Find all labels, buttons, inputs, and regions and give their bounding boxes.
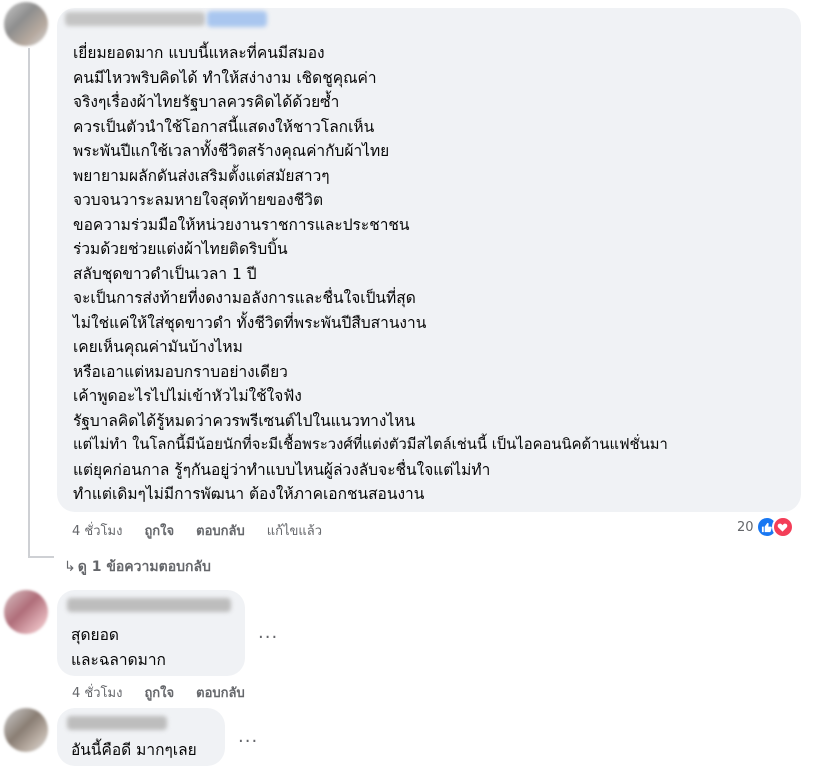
- comment-line: ร่วมด้วยช่วยแต่งผ้าไทยติดริบบิ้น: [73, 240, 288, 258]
- comment-line: เยี่ยมยอดมาก แบบนี้แหละที่คนมีสมอง: [73, 44, 325, 62]
- like-action[interactable]: ถูกใจ: [144, 682, 174, 703]
- comment-line: จวบจนวาระลมหายใจสุดท้ายของชีวิต: [73, 191, 324, 209]
- heart-icon: [771, 516, 794, 538]
- comment-line: คนมีไหวพริบคิดได้ ทำให้สง่างาม เชิดชูคุณ…: [73, 68, 377, 87]
- comment-line: พยายามผลักดันส่งเสริมตั้งแต่สมัยสาวๆ: [73, 166, 330, 185]
- comment-bubble: สุดยอด และฉลาดมาก: [57, 590, 245, 676]
- edited-label: แก้ไขแล้ว: [266, 524, 323, 539]
- comment-line: และฉลาดมาก: [71, 650, 166, 669]
- comment-line: ควรเป็นตัวนำใช้โอกาสนี้แสดงให้ชาวโลกเห็น: [73, 117, 375, 136]
- comment-line: สุดยอด: [71, 626, 119, 644]
- more-options-button[interactable]: ...: [238, 726, 258, 747]
- reaction-summary[interactable]: 20: [737, 516, 794, 538]
- commenter-avatar[interactable]: [4, 590, 48, 634]
- comment-bubble: อันนี้คือดี มากๆเลย: [57, 708, 225, 766]
- commenter-name-redacted[interactable]: [67, 716, 167, 730]
- comment-line: เคยเห็นคุณค่ามันบ้างไหม: [73, 338, 243, 356]
- comment-line: จะเป็นการส่งท้ายที่งดงามอลังการและชื่นใจ…: [73, 289, 416, 307]
- comment-line: แต่ยุคก่อนกาล รู้ๆกันอยู่ว่าทำแบบไหนผู้ล…: [73, 460, 491, 479]
- comment-actions: 4 ชั่วโมง ถูกใจ ตอบกลับ แก้ไขแล้ว: [72, 520, 344, 541]
- comment-line: จริงๆเรื่องผ้าไทยรัฐบาลควรคิดได้ด้วยซ้ำ: [73, 93, 340, 111]
- commenter-avatar[interactable]: [4, 708, 48, 752]
- comment-line: สลับชุดขาวดำเป็นเวลา 1 ปี: [73, 264, 257, 283]
- comment-line: ทำแต่เดิมๆไม่มีการพัฒนา ต้องให้ภาคเอกชนส…: [73, 485, 425, 503]
- reply-arrow-icon: ↳: [64, 559, 76, 575]
- comment-line: ขอความร่วมมือให้หน่วยงานราชการและประชาชน: [73, 215, 410, 234]
- reply-action[interactable]: ตอบกลับ: [196, 682, 245, 703]
- commenter-badge-redacted: [207, 11, 267, 27]
- thread-connector: [28, 48, 30, 558]
- comment-timestamp[interactable]: 4 ชั่วโมง: [72, 520, 122, 541]
- comment-line: รัฐบาลคิดได้รู้หมดว่าควรพรีเซนต์ไปในแนวท…: [73, 411, 416, 430]
- comment-line: หรือเอาแต่หมอบกราบอย่างเดียว: [73, 362, 288, 381]
- comment-line: ไม่ใช่แค่ให้ใส่ชุดขาวดำ ทั้งชีวิตที่พระพ…: [73, 313, 427, 332]
- like-action[interactable]: ถูกใจ: [144, 520, 174, 541]
- comment-line: อันนี้คือดี มากๆเลย: [71, 741, 197, 759]
- comment-line: เค้าพูดอะไรไปไม่เข้าหัวไม่ใช้ใจฟัง: [73, 387, 302, 405]
- comment-timestamp[interactable]: 4 ชั่วโมง: [72, 682, 122, 703]
- more-options-button[interactable]: ...: [258, 622, 278, 643]
- commenter-avatar[interactable]: [4, 2, 48, 46]
- reply-action[interactable]: ตอบกลับ: [196, 520, 245, 541]
- comment-line: พระพันปีแกใช้เวลาทั้งชีวิตสร้างคุณค่ากับ…: [73, 142, 390, 160]
- comment-actions: 4 ชั่วโมง ถูกใจ ตอบกลับ: [72, 682, 267, 703]
- reaction-count: 20: [737, 519, 754, 535]
- view-replies-link[interactable]: ↳ ดู 1 ข้อความตอบกลับ: [64, 556, 211, 578]
- comment-line: แต่ไม่ทำ ในโลกนี้มีน้อยนักที่จะมีเชื้อพร…: [73, 436, 668, 453]
- comment-bubble: เยี่ยมยอดมาก แบบนี้แหละที่คนมีสมอง คนมีไ…: [57, 8, 801, 512]
- thread-connector-branch: [28, 556, 54, 558]
- commenter-name-redacted[interactable]: [65, 12, 205, 26]
- commenter-name-redacted[interactable]: [67, 598, 231, 612]
